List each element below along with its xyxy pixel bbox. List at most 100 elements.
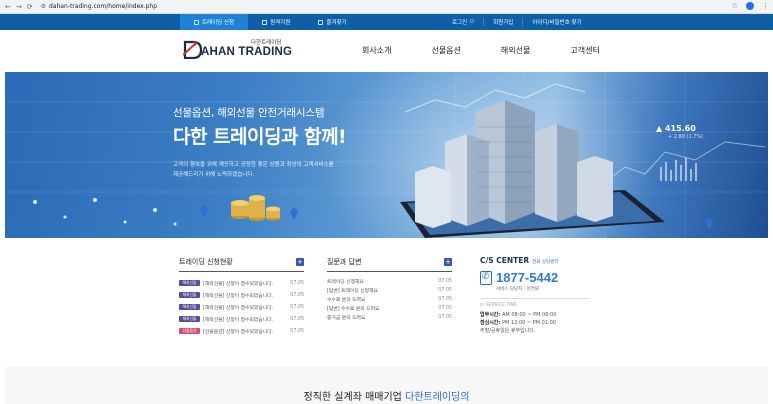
remote-icon [262,19,268,25]
qna-text: 트레이딩 신청해요 [327,280,364,285]
back-icon[interactable]: ← [5,3,11,11]
url-text[interactable]: dahan-trading.com/home/index.php [49,3,157,10]
hero-banner: 선물옵션, 해외선물 안전거래시스템 다한 트레이딩과 함께! 고객의 행복을 … [5,72,768,238]
bottom-headline: 정직한 실계좌 매매기업 다한트레이딩의 [0,388,773,403]
apply-text: [해외선물] 신청이 접수되었습니다. [203,293,274,299]
apply-badge: 해외선물 [179,292,200,298]
qna-date: 07.05 [438,288,452,293]
member-links: 로그인 ⚇ 회원가입 아이디/비밀번호 찾기 [443,14,591,30]
browser-toolbar: ← → ⟳ ⚙ dahan-trading.com/home/index.php… [0,0,773,14]
apply-text: [선물옵션] 신청이 접수되었습니다. [203,329,274,335]
service-time-label: ◷ SERVICE TIME [480,303,590,308]
user-icon: ⚇ [469,19,475,25]
qna-row[interactable]: 증거금 문의 드려요 07.05 [327,313,452,322]
logo-text: AHAN TRADING [201,46,293,58]
site-header: 다한트레이딩 AHAN TRADING 회사소개 선물옵션 해외선물 고객센터 [0,30,773,72]
qna-divider [327,271,452,272]
cs-divider [480,298,590,299]
find-account-link[interactable]: 아이디/비밀번호 찾기 [522,18,590,26]
apply-text: [해외선물] 신청이 접수되었습니다. [203,305,274,311]
trading-apply-label: 트레이딩 신청 [202,20,235,26]
hero-ticker-change: + 2.80 (1.7%) [668,134,704,140]
trading-apply-link[interactable]: 트레이딩 신청 [180,14,249,30]
qna-text: 수수료 문의 드려요 [327,298,366,303]
main-nav: 회사소개 선물옵션 해외선물 고객센터 [362,45,600,56]
nav-item-overseas-futures[interactable]: 해외선물 [501,45,530,56]
menu-icon[interactable]: ⋮ [762,2,769,10]
login-link[interactable]: 로그인 ⚇ [443,18,483,26]
business-hours: 업무시간: AM 08:00 ~ PM 06:00 [480,311,590,319]
browser-actions: ☆ ⋮ [732,2,769,10]
apply-row[interactable]: 해외선물 [해외선물] 신청이 접수되었습니다. 07.05 [179,277,304,289]
logo-subtitle: 다한트레이딩 [251,40,282,46]
apply-badge: 해외선물 [179,280,200,286]
cs-subtitle: 전화 상담센터 [532,260,559,265]
qna-text: [답변] 수수료 문의 드려요 [327,307,380,312]
cs-phone-number[interactable]: 1877-5442 [496,270,558,285]
apply-row[interactable]: 선물옵션 [선물옵션] 신청이 접수되었습니다. 07.05 [179,325,304,337]
apply-badge: 선물옵션 [179,328,200,334]
top-utility-bar: 트레이딩 신청 원격지원 즐겨찾기 로그인 ⚇ 회원가입 아이디/비밀번호 찾기 [0,14,773,30]
cs-header: C/S CENTER 전화 상담센터 [480,256,590,265]
site-logo[interactable]: 다한트레이딩 AHAN TRADING [183,37,293,65]
qna-date: 07.05 [438,279,452,284]
apply-text: [해외선물] 신청이 접수되었습니다. [203,281,274,287]
qna-date: 07.05 [438,297,452,302]
nav-item-customer-center[interactable]: 고객센터 [570,45,599,56]
cs-center: C/S CENTER 전화 상담센터 1877-5442 서비스 담당자 : 유… [480,256,590,335]
apply-badge: 해외선물 [179,316,200,322]
apply-more-button[interactable]: + [296,258,304,266]
hero-desc-line1: 고객의 행복을 위해 깨끗하고 공정한 좋은 상품과 최상의 고객서비스를 [173,162,334,168]
apply-header: 트레이딩 신청현황 + [179,256,304,268]
favorites-label: 즐겨찾기 [326,20,347,26]
reload-icon[interactable]: ⟳ [27,3,33,11]
hero-subtitle: 선물옵션, 해외선물 안전거래시스템 [173,107,325,119]
qna-row[interactable]: [답변] 트레이딩 신청해요 07.05 [327,286,452,295]
browser-nav: ← → ⟳ [0,3,33,11]
nav-item-company[interactable]: 회사소개 [362,45,391,56]
qna-more-button[interactable]: + [444,258,452,266]
cs-title: C/S CENTER [480,256,530,265]
apply-date: 07.05 [290,316,304,322]
qna-title: 질문과 답변 [327,258,362,266]
apply-date: 07.05 [290,280,304,286]
monitor-icon [194,19,199,25]
apply-badge: 해외선물 [179,304,200,310]
holiday-notice: 주말/공휴일은 휴무입니다. [480,328,536,334]
nav-item-futures-options[interactable]: 선물옵션 [431,45,460,56]
apply-text: [해외선물] 신청이 접수되었습니다. [203,317,274,323]
favorites-link[interactable]: 즐겨찾기 [304,14,360,30]
qna-header: 질문과 답변 + [327,256,452,268]
qna-date: 07.05 [438,306,452,311]
login-label: 로그인 [452,20,468,26]
logo-mark-icon [183,40,203,59]
qna-row[interactable]: 수수료 문의 드려요 07.05 [327,295,452,304]
forward-icon[interactable]: → [16,3,22,11]
apply-row[interactable]: 해외선물 [해외선물] 신청이 접수되었습니다. 07.05 [179,313,304,325]
clock-icon: ◷ [480,303,484,308]
bottom-headline-text: 정직한 실계좌 매매기업 [303,392,406,403]
apply-row[interactable]: 해외선물 [해외선물] 신청이 접수되었습니다. 07.05 [179,289,304,301]
lunch-hours-label: 점심시간: [480,320,501,326]
signup-link[interactable]: 회원가입 [483,18,522,26]
bookmark-icon[interactable]: ☆ [732,2,738,10]
hero-description: 고객의 행복을 위해 깨끗하고 공정한 좋은 상품과 최상의 고객서비스를 제공… [173,160,373,180]
trading-apply-status: 트레이딩 신청현황 + 해외선물 [해외선물] 신청이 접수되었습니다. 07.05… [179,256,304,337]
cs-hours: 업무시간: AM 08:00 ~ PM 06:00 점심시간: PM 12:00… [480,311,590,335]
cs-phone-row: 1877-5442 [480,270,590,285]
hero-title: 다한 트레이딩과 함께! [173,126,347,148]
hero-desc-line2: 제공해드리기 위해 노력하겠습니다. [173,172,255,178]
qna-row[interactable]: [답변] 수수료 문의 드려요 07.05 [327,304,452,313]
apply-row[interactable]: 해외선물 [해외선물] 신청이 접수되었습니다. 07.05 [179,301,304,313]
qna-row[interactable]: 트레이딩 신청해요 07.05 [327,277,452,286]
find-account-label: 아이디/비밀번호 찾기 [532,20,582,26]
apply-title: 트레이딩 신청현황 [179,258,233,266]
hero-illustration [5,72,768,238]
address-bar[interactable]: ⚙ dahan-trading.com/home/index.php [41,3,157,10]
qna-board: 질문과 답변 + 트레이딩 신청해요 07.05 [답변] 트레이딩 신청해요 07… [327,256,452,322]
site-info-icon[interactable]: ⚙ [41,3,46,10]
hero-ticker-value: ▲ 415.60 [656,124,696,133]
profile-avatar[interactable] [746,2,754,10]
service-time-text: SERVICE TIME [485,303,518,308]
remote-support-link[interactable]: 원격지원 [248,14,304,30]
